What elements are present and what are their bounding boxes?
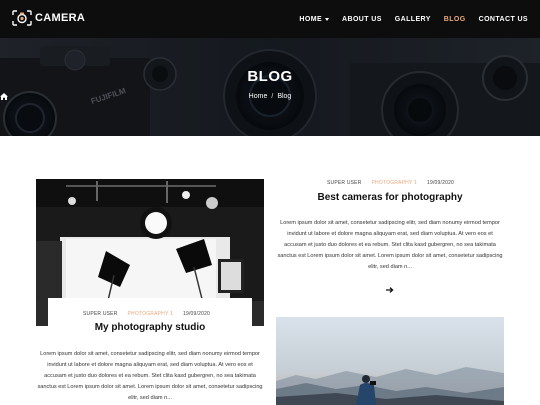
chevron-down-icon xyxy=(325,17,330,21)
camera-icon xyxy=(12,10,32,26)
arrow-right-icon[interactable] xyxy=(386,287,394,293)
breadcrumb-home-link[interactable]: Home xyxy=(249,93,268,100)
main-menu: HOME ABOUT US GALLERY BLOG CONTACT US xyxy=(286,0,528,38)
breadcrumb-current: Blog xyxy=(277,93,292,100)
post-title[interactable]: Best cameras for photography xyxy=(276,192,504,203)
nav-item-home-label: HOME xyxy=(299,15,323,23)
post-title[interactable]: My photography studio xyxy=(36,322,264,333)
post-meta: SUPER USER PHOTOGRAPHY 1 19/09/2020 xyxy=(78,311,215,317)
nav-item-gallery[interactable]: GALLERY xyxy=(395,16,431,23)
home-icon xyxy=(0,93,8,100)
post-author[interactable]: SUPER USER xyxy=(83,311,118,317)
nav-item-blog-label: BLOG xyxy=(443,15,466,23)
nav-item-about-label: ABOUT US xyxy=(342,15,382,23)
brand-logo[interactable]: CAMERA xyxy=(12,10,85,26)
breadcrumb-separator: / xyxy=(271,93,274,100)
top-navbar: CAMERA HOME ABOUT US GALLERY BLOG CONTAC… xyxy=(0,0,540,38)
post-excerpt: Lorem ipsum dolor sit amet, consetetur s… xyxy=(277,220,503,270)
post-date: 19/09/2020 xyxy=(427,180,455,186)
hero-background-image: FUJIFILM xyxy=(0,38,540,136)
landscape-photo xyxy=(276,317,504,405)
post-category[interactable]: PHOTOGRAPHY 1 xyxy=(128,311,173,317)
post-date: 19/09/2020 xyxy=(183,311,211,317)
nav-item-gallery-label: GALLERY xyxy=(394,15,431,23)
post-excerpt: Lorem ipsum dolor sit amet, consetetur s… xyxy=(37,351,263,401)
nav-item-blog[interactable]: BLOG xyxy=(444,16,466,23)
post-author[interactable]: SUPER USER xyxy=(327,180,362,186)
post-meta: SUPER USER PHOTOGRAPHY 1 19/09/2020 xyxy=(322,180,459,186)
brand-name: CAMERA xyxy=(35,12,86,24)
nav-item-contact[interactable]: CONTACT US xyxy=(479,16,528,23)
breadcrumb: Home / Blog xyxy=(0,93,540,100)
hero-banner: FUJIFILM BLOG Home / Blog xyxy=(0,38,540,136)
nav-item-about[interactable]: ABOUT US xyxy=(342,16,382,23)
page-title: BLOG xyxy=(247,68,293,85)
page: CAMERA HOME ABOUT US GALLERY BLOG CONTAC… xyxy=(0,0,540,405)
post-image-landscape[interactable] xyxy=(276,317,504,405)
post-category[interactable]: PHOTOGRAPHY 1 xyxy=(372,180,417,186)
nav-item-home[interactable]: HOME xyxy=(299,15,330,23)
nav-item-contact-label: CONTACT US xyxy=(478,15,528,23)
